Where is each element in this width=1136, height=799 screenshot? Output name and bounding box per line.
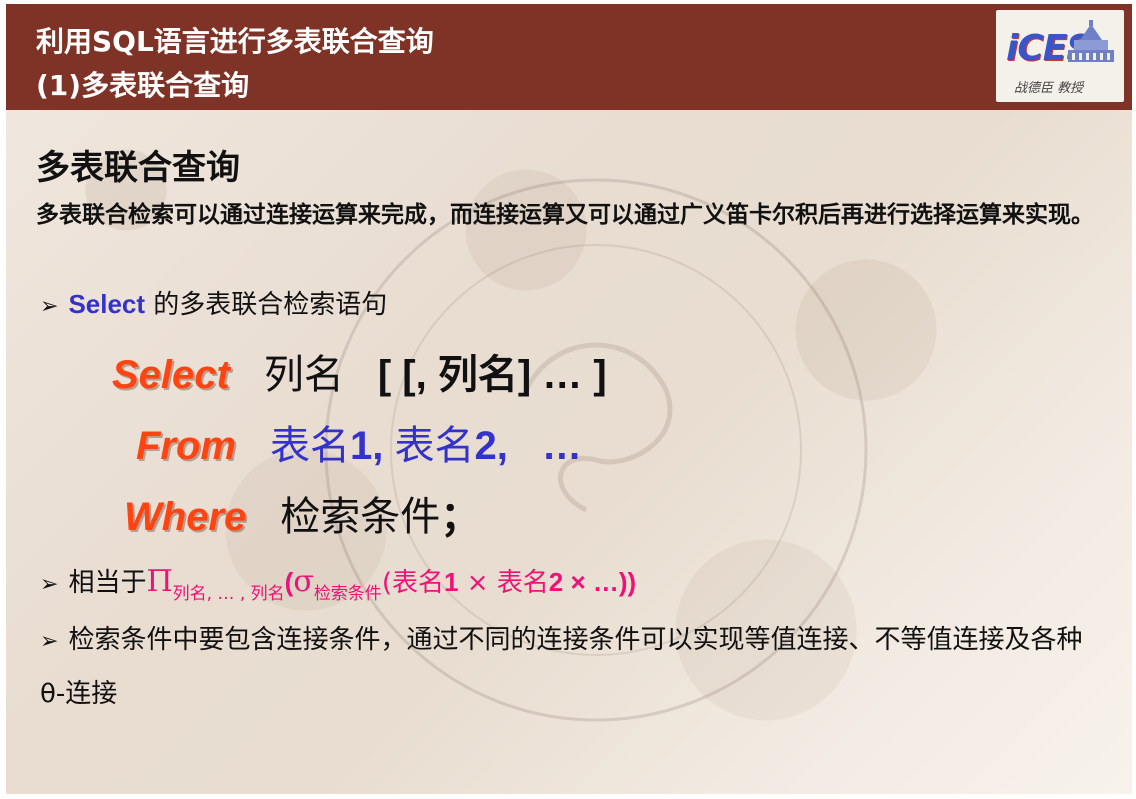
join-condition-text: 检索条件中要包含连接条件，通过不同的连接条件可以实现等值连接、不等值连接及各种θ… (40, 625, 1083, 709)
sql-select-line: Select 列名 [ [, 列名] … ] (112, 342, 607, 400)
expr-times2: × …)) (563, 567, 637, 597)
sql-from-dots: … (541, 424, 582, 468)
sigma-subscript: 检索条件 (313, 584, 382, 604)
header-title-line2: (1)多表联合查询 (36, 69, 250, 102)
expr-table2: 表名 (496, 568, 549, 598)
pi-symbol: Π (146, 564, 173, 599)
sql-from-num1: 1, (350, 424, 395, 468)
bullet1-text: 的多表联合检索语句 (145, 290, 388, 320)
bullet-relational-algebra: ➢ 相当于Π列名, … , 列名(σ检索条件(表名1 × 表名2 × …)) (40, 562, 637, 604)
expr-table1: 表名 (391, 568, 444, 598)
sigma-symbol: σ (293, 564, 314, 599)
expr-times1: × (458, 568, 497, 598)
sql-from-num2: 2, (474, 424, 508, 468)
arrow-bullet-icon: ➢ (40, 629, 59, 654)
bullet-select-statement: ➢ Select 的多表联合检索语句 (40, 284, 387, 321)
expr-open: ( (381, 568, 392, 598)
sql-from-table1: 表名 (270, 423, 350, 469)
sql-where-semicolon: ； (440, 495, 481, 539)
bullet-join-condition: ➢ 检索条件中要包含连接条件，通过不同的连接条件可以实现等值连接、不等值连接及各种… (40, 614, 1100, 720)
building-icon (1068, 20, 1114, 62)
ices-logo: iCES 战德臣 教授 (996, 10, 1124, 102)
arrow-bullet-icon: ➢ (40, 572, 59, 597)
logo-signature: 战德臣 教授 (1014, 81, 1084, 96)
sql-select-columns: 列名 (263, 352, 344, 398)
slide-header: 利用SQL语言进行多表联合查询 (1)多表联合查询 iCES 战德臣 教授 (6, 4, 1132, 110)
select-keyword: Select (68, 289, 146, 319)
sql-where-condition: 检索条件 (280, 494, 441, 540)
slide-heading: 多表联合查询 (36, 148, 240, 188)
sql-where-keyword: Where (124, 495, 247, 539)
sql-where-line: Where 检索条件； (124, 484, 480, 542)
description-text: 多表联合检索可以通过连接运算来完成，而连接运算又可以通过广义笛卡尔积后再进行选择… (36, 202, 1094, 228)
sql-from-keyword: From (136, 424, 236, 468)
sql-from-table2: 表名 (394, 423, 475, 469)
sql-select-keyword: Select (112, 353, 230, 397)
header-title-line1: 利用SQL语言进行多表联合查询 (36, 25, 434, 58)
expr-num2: 2 (548, 567, 564, 597)
arrow-bullet-icon: ➢ (40, 294, 59, 319)
expr-num1: 1 (443, 567, 459, 597)
slide: 利用SQL语言进行多表联合查询 (1)多表联合查询 iCES 战德臣 教授 多表… (0, 0, 1136, 799)
equivalent-prefix: 相当于 (68, 568, 147, 598)
sql-select-optional: [ [, 列名] … ] (377, 353, 607, 397)
sql-from-line: From 表名1, 表名2,… (136, 413, 582, 471)
pi-subscript: 列名, … , 列名 (172, 584, 285, 604)
